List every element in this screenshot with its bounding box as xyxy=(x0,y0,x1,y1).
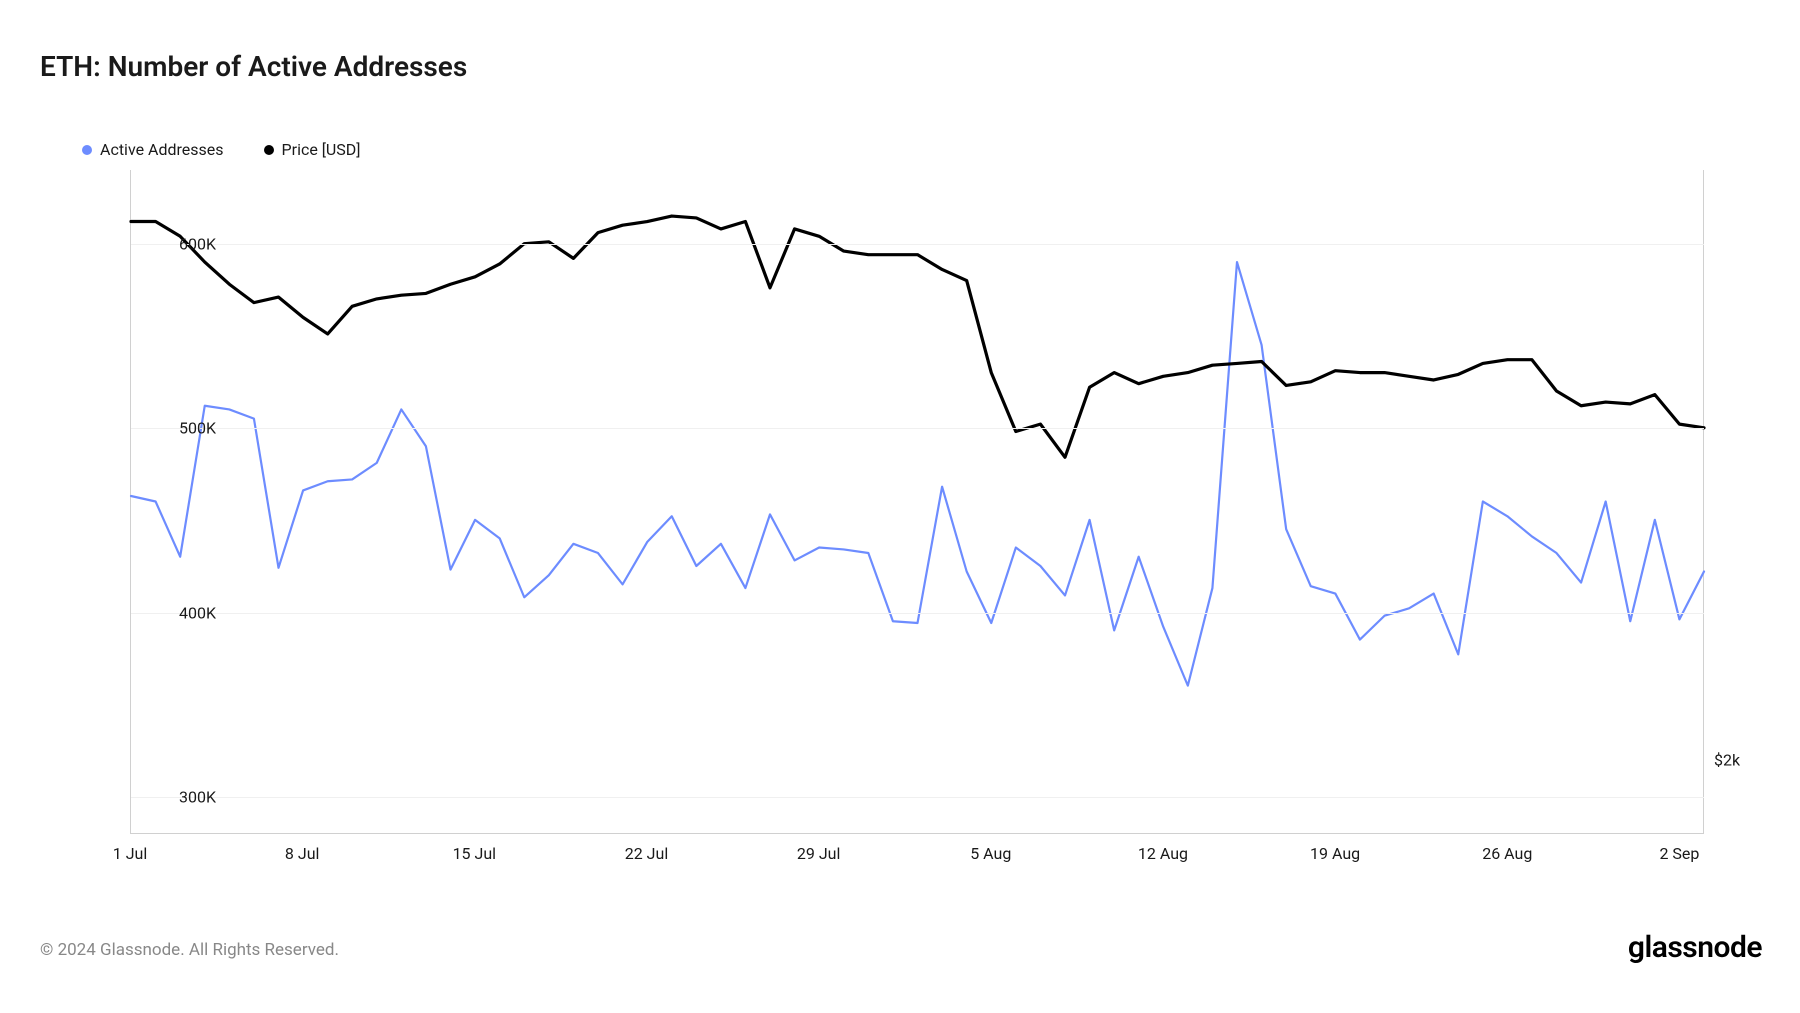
chart-legend: Active Addresses Price [USD] xyxy=(82,140,361,159)
gridline xyxy=(131,613,1704,614)
brand-logo: glassnode xyxy=(1628,930,1762,965)
x-axis-tick: 1 Jul xyxy=(113,844,148,863)
legend-dot-icon xyxy=(82,145,92,155)
legend-item-active-addresses[interactable]: Active Addresses xyxy=(82,140,224,159)
y-axis-left-tick: 500K xyxy=(136,419,216,438)
line-price xyxy=(131,216,1704,457)
y-axis-left-tick: 400K xyxy=(136,603,216,622)
x-axis-tick: 26 Aug xyxy=(1482,844,1532,863)
chart-title: ETH: Number of Active Addresses xyxy=(40,50,467,83)
y-axis-left-tick: 600K xyxy=(136,234,216,253)
legend-dot-icon xyxy=(264,145,274,155)
x-axis-tick: 8 Jul xyxy=(285,844,320,863)
y-axis-right-tick: $2k xyxy=(1714,751,1740,770)
x-axis-tick: 2 Sep xyxy=(1659,844,1699,863)
x-axis-tick: 22 Jul xyxy=(625,844,669,863)
x-axis-tick: 29 Jul xyxy=(797,844,841,863)
legend-item-price[interactable]: Price [USD] xyxy=(264,140,361,159)
gridline xyxy=(131,244,1704,245)
x-axis-tick: 19 Aug xyxy=(1310,844,1360,863)
copyright-text: © 2024 Glassnode. All Rights Reserved. xyxy=(40,940,339,960)
x-axis-tick: 15 Jul xyxy=(453,844,497,863)
legend-label: Price [USD] xyxy=(282,140,361,159)
legend-label: Active Addresses xyxy=(100,140,224,159)
gridline xyxy=(131,797,1704,798)
x-axis-tick: 5 Aug xyxy=(970,844,1011,863)
chart-lines xyxy=(131,170,1704,833)
x-axis-tick: 12 Aug xyxy=(1138,844,1188,863)
gridline xyxy=(131,428,1704,429)
line-active-addresses xyxy=(131,262,1704,686)
chart-plot-area[interactable] xyxy=(130,170,1704,834)
y-axis-left-tick: 300K xyxy=(136,788,216,807)
